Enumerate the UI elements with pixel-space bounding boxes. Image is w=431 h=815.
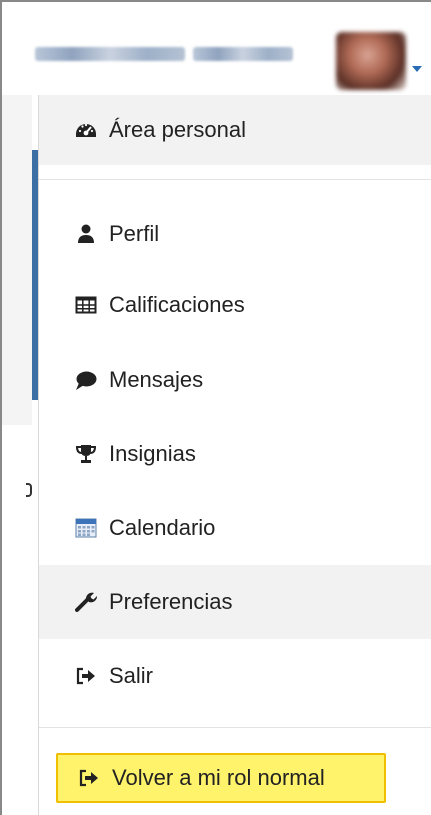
page-background-area [2, 95, 32, 425]
dashboard-gauge-icon [75, 119, 97, 141]
menu-item-label: Área personal [109, 117, 246, 142]
blurred-text [35, 47, 185, 61]
user-icon [75, 223, 97, 245]
wrench-icon [75, 591, 97, 613]
avatar[interactable] [336, 32, 406, 90]
sign-out-icon [78, 767, 100, 789]
menu-divider [39, 727, 431, 728]
user-menu-header[interactable] [0, 0, 431, 90]
page-fragment-mark [26, 483, 32, 497]
menu-item-label: Mensajes [109, 367, 204, 392]
dropdown-caret-icon[interactable] [412, 66, 422, 72]
comment-bubble-icon [75, 369, 97, 391]
menu-item-preferencias[interactable]: Preferencias [39, 565, 431, 639]
page-left-edge [0, 0, 38, 815]
menu-item-mensajes[interactable]: Mensajes [39, 345, 431, 415]
menu-item-label: Preferencias [109, 589, 233, 614]
menu-item-label: Calendario [109, 515, 216, 540]
user-name-blurred [35, 44, 293, 64]
menu-item-calificaciones[interactable]: Calificaciones [39, 270, 431, 340]
menu-item-label: Perfil [109, 221, 160, 246]
calendar-icon [75, 517, 97, 539]
menu-item-insignias[interactable]: Insignias [39, 419, 431, 489]
user-dropdown-menu: Área personal Perfil Calificaciones Mens… [38, 95, 431, 815]
grades-table-icon [75, 294, 97, 316]
blurred-text [193, 47, 293, 61]
menu-item-salir[interactable]: Salir [39, 641, 431, 711]
sign-out-icon [75, 665, 97, 687]
menu-item-perfil[interactable]: Perfil [39, 199, 431, 269]
return-to-normal-role-button[interactable]: Volver a mi rol normal [56, 753, 386, 803]
menu-item-label: Salir [109, 663, 154, 688]
trophy-icon [75, 443, 97, 465]
return-role-label: Volver a mi rol normal [112, 765, 325, 790]
menu-item-calendario[interactable]: Calendario [39, 493, 431, 563]
menu-divider [39, 179, 431, 180]
menu-item-area-personal[interactable]: Área personal [39, 95, 431, 165]
menu-item-label: Calificaciones [109, 292, 245, 317]
menu-item-label: Insignias [109, 441, 196, 466]
